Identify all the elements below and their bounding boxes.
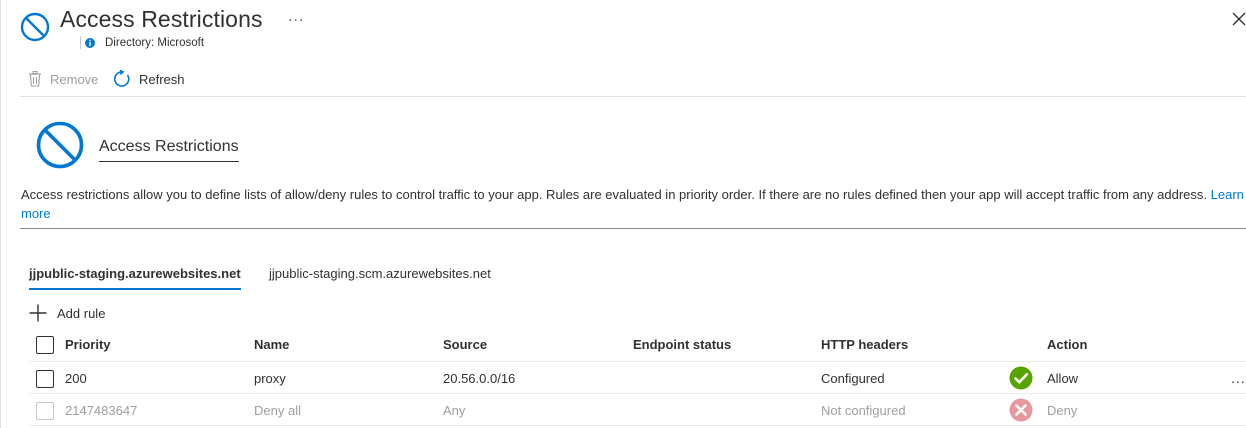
header-row-divider: [29, 361, 1246, 362]
row-divider: [29, 425, 1246, 426]
check-circle-icon: [1009, 366, 1033, 390]
section-title: Access Restrictions: [99, 138, 239, 162]
toolbar-divider: [20, 96, 1246, 97]
column-header-name[interactable]: Name: [254, 337, 289, 352]
refresh-icon: [114, 70, 130, 87]
no-access-icon: [20, 12, 50, 42]
cell-name: Deny all: [254, 403, 301, 418]
cell-source: 20.56.0.0/16: [443, 371, 516, 386]
cell-http-headers: Configured: [821, 371, 885, 386]
cell-action: Allow: [1047, 371, 1079, 386]
cell-http-headers: Not configured: [821, 403, 906, 418]
cell-action: Deny: [1047, 403, 1078, 418]
row-more-button[interactable]: ...: [1231, 370, 1246, 386]
description: Access restrictions allow you to define …: [21, 185, 1246, 223]
close-icon[interactable]: [1232, 12, 1246, 26]
tab-main-site[interactable]: jjpublic-staging.azurewebsites.net: [29, 266, 241, 290]
add-rule-button[interactable]: Add rule: [29, 304, 105, 322]
blade-left-border: [0, 0, 1, 428]
column-header-endpoint-status[interactable]: Endpoint status: [633, 337, 731, 352]
row-checkbox[interactable]: [36, 370, 54, 388]
add-rule-label: Add rule: [57, 305, 106, 321]
column-header-source[interactable]: Source: [443, 337, 487, 352]
cell-priority: 2147483647: [65, 403, 138, 418]
row-divider: [29, 393, 1246, 394]
section-divider: [20, 228, 1246, 229]
row-checkbox-disabled: [36, 402, 54, 420]
remove-label: Remove: [50, 71, 99, 87]
directory-label: Directory: Microsoft: [105, 37, 205, 49]
more-options-button[interactable]: ...: [288, 8, 304, 26]
column-header-http-headers[interactable]: HTTP headers: [821, 337, 908, 352]
refresh-button[interactable]: Refresh: [113, 68, 185, 90]
x-circle-icon: [1009, 398, 1033, 422]
no-access-icon: [36, 121, 84, 169]
description-text: Access restrictions allow you to define …: [21, 187, 1208, 202]
info-icon: [85, 38, 95, 48]
cell-name[interactable]: proxy: [254, 371, 286, 386]
refresh-label: Refresh: [139, 71, 185, 87]
remove-button[interactable]: Remove: [28, 68, 98, 90]
column-header-priority[interactable]: Priority: [65, 337, 111, 352]
tab-scm-site[interactable]: jjpublic-staging.scm.azurewebsites.net: [269, 266, 491, 288]
trash-icon: [29, 71, 41, 87]
cell-source: Any: [443, 403, 466, 418]
column-header-action[interactable]: Action: [1047, 337, 1087, 352]
page-title: Access Restrictions: [60, 6, 263, 32]
select-all-checkbox[interactable]: [36, 336, 54, 354]
cell-priority[interactable]: 200: [65, 371, 87, 386]
plus-icon: [29, 304, 47, 322]
subtitle-divider: [80, 36, 81, 49]
